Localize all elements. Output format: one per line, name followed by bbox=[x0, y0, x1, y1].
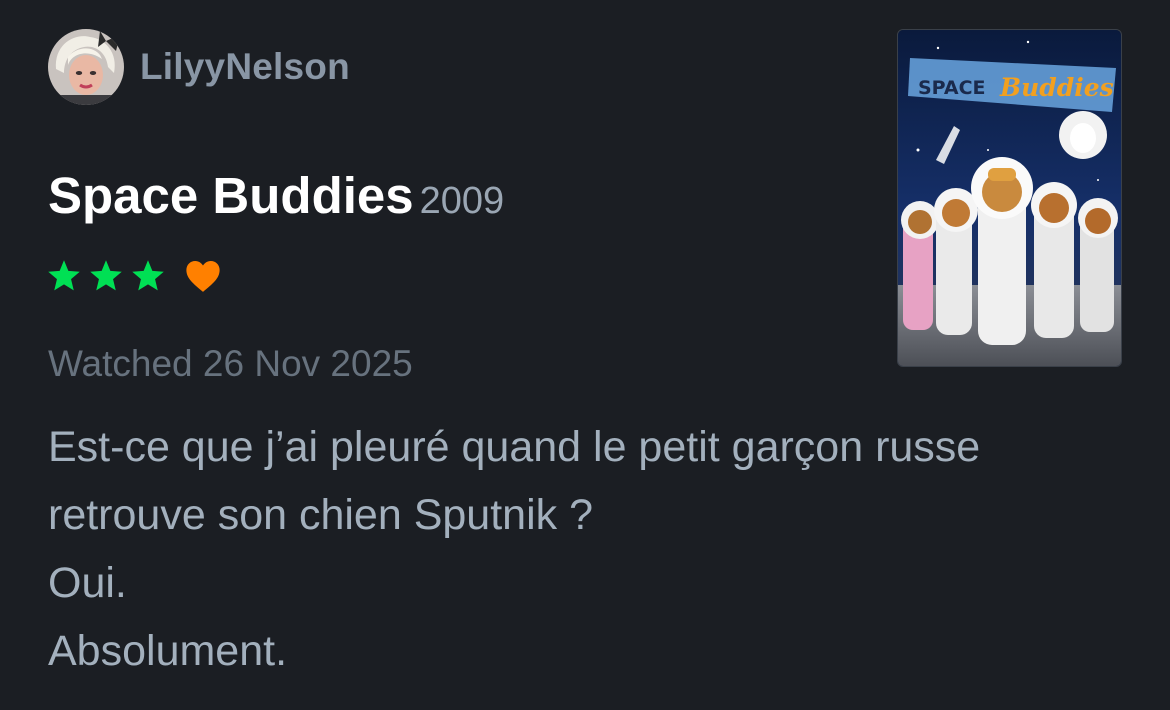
star-icon bbox=[48, 260, 80, 291]
svg-text:Buddies: Buddies bbox=[999, 73, 1114, 102]
poster-image: SPACE Buddies bbox=[898, 30, 1121, 366]
review-body: Est-ce que j’ai pleuré quand le petit ga… bbox=[48, 413, 1128, 685]
film-year[interactable]: 2009 bbox=[420, 180, 505, 222]
avatar[interactable] bbox=[48, 29, 124, 105]
review-line: retrouve son chien Sputnik ? bbox=[48, 491, 593, 539]
review-line: Oui. bbox=[48, 559, 127, 607]
star-icon bbox=[132, 260, 164, 291]
watched-date: Watched 26 Nov 2025 bbox=[48, 343, 413, 384]
reviewer-username[interactable]: LilyyNelson bbox=[140, 46, 350, 88]
film-title[interactable]: Space Buddies bbox=[48, 167, 414, 224]
star-icon bbox=[90, 260, 122, 291]
film-poster[interactable]: SPACE Buddies bbox=[897, 29, 1122, 367]
svg-text:SPACE: SPACE bbox=[918, 77, 986, 99]
avatar-image bbox=[48, 29, 124, 105]
review-line: Est-ce que j’ai pleuré quand le petit ga… bbox=[48, 423, 981, 471]
heart-icon bbox=[186, 260, 220, 292]
film-title-line: Space Buddies 2009 bbox=[48, 166, 504, 225]
review-line: Absolument. bbox=[48, 627, 288, 675]
rating bbox=[46, 254, 222, 298]
